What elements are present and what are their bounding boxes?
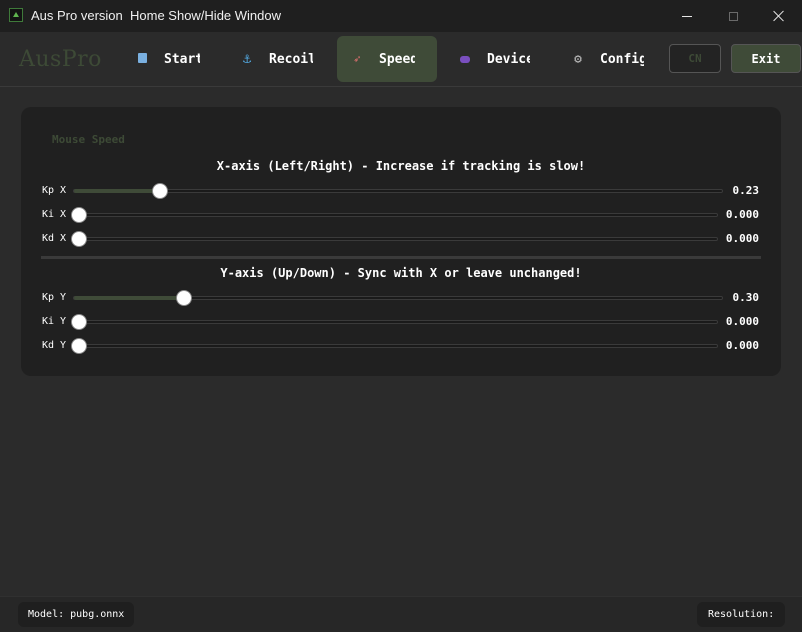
tab-config[interactable]: ⚙ Config [568,36,650,82]
slider-value: 0.000 [725,315,759,328]
slider-track[interactable] [73,213,718,217]
slider-label: Kd Y [42,340,67,351]
tab-start-label: Start [164,51,200,67]
slider-thumb[interactable] [152,183,168,199]
slider-fill [74,189,155,193]
tab-config-label: Config [600,51,644,67]
brand-logo: AusPro [19,47,102,72]
close-icon [773,10,785,22]
nav-bar: AusPro Start ⚓ Recoil ➶ Speed Device ⚙ C… [0,32,802,87]
slider-value: 0.23 [732,184,760,197]
tab-speed[interactable]: ➶ Speed [337,36,437,82]
exit-button[interactable]: Exit [731,44,801,73]
y-axis-heading: Y-axis (Up/Down) - Sync with X or leave … [220,266,582,280]
slider-track[interactable] [73,189,723,193]
slider-value: 0.30 [732,291,760,304]
slider-track[interactable] [73,296,723,300]
slider-label: Kp X [42,185,67,196]
slider-thumb[interactable] [71,314,87,330]
gear-icon: ⚙ [574,51,582,67]
slider-label: Kd X [42,233,67,244]
mouse-speed-panel: Mouse Speed X-axis (Left/Right) - Increa… [21,107,781,376]
slider-value: 0.000 [725,232,759,245]
window-title: Aus Pro version [31,8,123,23]
slider-track[interactable] [73,320,718,324]
x-axis-heading: X-axis (Left/Right) - Increase if tracki… [216,159,586,173]
monitor-icon [134,52,150,66]
panel-title: Mouse Speed [52,133,125,146]
close-button[interactable] [756,0,802,32]
slider-label: Kp Y [42,292,67,303]
minimize-button[interactable] [664,0,710,32]
slider-track[interactable] [73,237,718,241]
rocket-icon: ➶ [353,52,361,66]
minimize-icon [682,15,692,17]
tab-recoil-label: Recoil [269,51,313,67]
tab-recoil[interactable]: ⚓ Recoil [237,36,317,82]
model-status: Model: pubg.onnx [18,602,134,627]
gamepad-icon [457,52,473,66]
slider-fill [74,296,179,300]
anchor-icon: ⚓ [242,51,252,67]
window-hotkey-hint: Home Show/Hide Window [130,8,282,23]
slider-thumb[interactable] [176,290,192,306]
slider-label: Ki Y [42,316,67,327]
tab-device[interactable]: Device [455,36,539,82]
slider-value: 0.000 [725,339,759,352]
slider-track[interactable] [73,344,718,348]
slider-thumb[interactable] [71,338,87,354]
slider-thumb[interactable] [71,231,87,247]
axis-divider [41,256,761,259]
slider-thumb[interactable] [71,207,87,223]
maximize-button[interactable] [710,0,756,32]
resolution-status: Resolution: [697,602,785,627]
language-cn-button[interactable]: CN [669,44,721,73]
status-bar: Model: pubg.onnx Resolution: [0,596,802,632]
tab-start[interactable]: Start [130,36,206,82]
tab-device-label: Device [487,51,530,67]
maximize-icon [728,11,738,21]
slider-value: 0.000 [725,208,759,221]
title-bar: Aus Pro version Home Show/Hide Window [0,0,802,32]
tab-speed-label: Speed [379,51,415,67]
slider-label: Ki X [42,209,67,220]
app-logo-icon [9,8,23,22]
